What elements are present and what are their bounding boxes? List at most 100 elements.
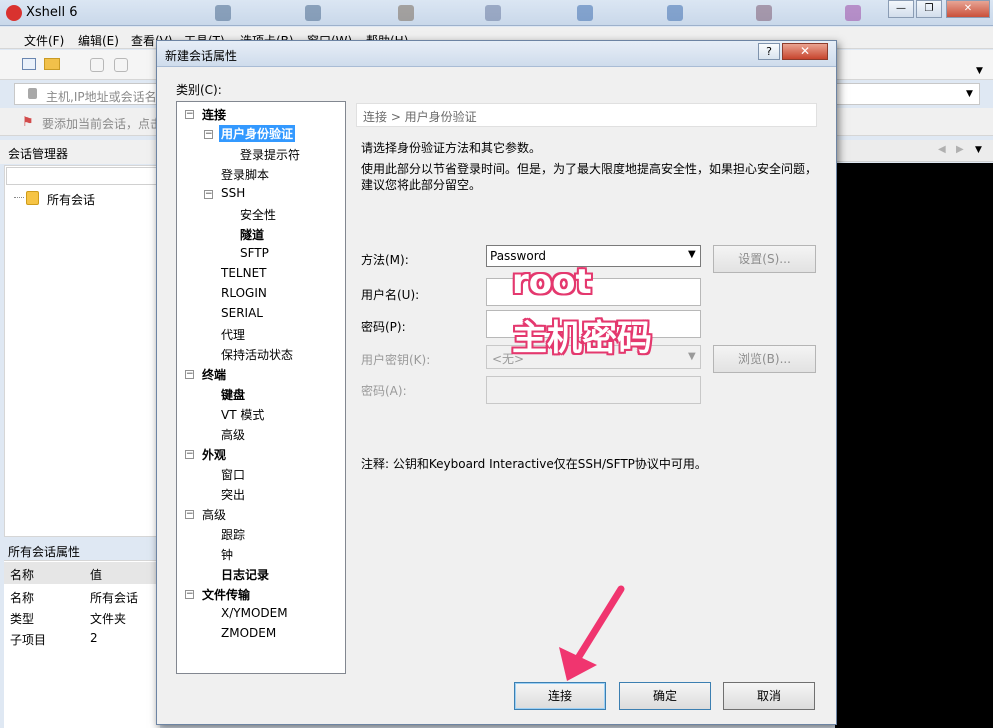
annotation-arrow-icon (559, 585, 625, 681)
tree-item-trace[interactable]: 跟踪 (221, 526, 245, 543)
tree-item-keepalive[interactable]: 保持活动状态 (221, 346, 293, 363)
session-tree-pane (4, 165, 160, 537)
browse-button[interactable]: 浏览(B)... (713, 345, 816, 373)
connect-button[interactable]: 连接 (514, 682, 606, 710)
menu-file[interactable]: 文件(F) (24, 32, 64, 49)
minimize-button[interactable]: — (888, 0, 914, 18)
properties-key: 类型 (10, 612, 35, 626)
tree-item-zmodem[interactable]: ZMODEM (221, 626, 276, 640)
taskbar-app-icon (215, 5, 231, 21)
link-icon[interactable] (90, 58, 104, 72)
tree-item-connection[interactable]: 连接 (202, 106, 226, 123)
tree-item-advanced[interactable]: 高级 (202, 506, 226, 523)
collapse-icon[interactable]: − (185, 590, 194, 599)
toolbar-chevron-down-icon[interactable]: ▼ (976, 66, 983, 76)
lock-icon (28, 88, 37, 99)
tree-item-keyboard[interactable]: 键盘 (221, 386, 245, 403)
annotation-username: root (512, 262, 592, 302)
session-manager-title: 会话管理器 (8, 147, 69, 161)
tree-item-telnet[interactable]: TELNET (221, 266, 267, 280)
method-label: 方法(M): (361, 253, 409, 267)
passphrase-field[interactable] (486, 376, 701, 404)
tab-scroll-left-icon[interactable]: ◀ (938, 144, 946, 155)
tree-item-file-transfer[interactable]: 文件传输 (202, 586, 250, 603)
collapse-icon[interactable]: − (204, 190, 213, 199)
terminal-area[interactable] (835, 163, 993, 728)
tree-item-appearance[interactable]: 外观 (202, 446, 226, 463)
unlink-icon[interactable] (114, 58, 128, 72)
tree-item-proxy[interactable]: 代理 (221, 326, 245, 343)
tree-item-vt-mode[interactable]: VT 模式 (221, 406, 264, 423)
properties-key: 子项目 (10, 633, 47, 647)
address-input[interactable]: 主机,IP地址或会话名 (46, 88, 157, 105)
tree-item-tunnel[interactable]: 隧道 (240, 226, 264, 243)
method-chevron-down-icon[interactable]: ▼ (688, 249, 696, 260)
taskbar-app-icon (667, 5, 683, 21)
breadcrumb: 连接 > 用户身份验证 (363, 110, 477, 124)
restore-button[interactable]: ❐ (916, 0, 942, 18)
category-label: 类别(C): (176, 83, 222, 97)
tree-item-logging[interactable]: 日志记录 (221, 566, 269, 583)
taskbar-app-icon (485, 5, 501, 21)
dialog-title: 新建会话属性 (165, 49, 238, 63)
tab-list-chevron-down-icon[interactable]: ▼ (975, 145, 982, 155)
tree-item-ssh[interactable]: SSH (221, 186, 245, 200)
tree-item-highlight[interactable]: 突出 (221, 486, 245, 503)
user-key-label: 用户密钥(K): (361, 353, 431, 367)
bookmark-icon: ⚑ (22, 115, 34, 130)
cancel-button[interactable]: 取消 (723, 682, 815, 710)
taskbar-app-icon (398, 5, 414, 21)
window-title: Xshell 6 (26, 5, 78, 20)
tab-scroll-right-icon[interactable]: ▶ (956, 144, 964, 155)
tree-item-sftp[interactable]: SFTP (240, 246, 269, 260)
open-folder-icon[interactable] (44, 58, 60, 70)
protocol-note: 注释: 公钥和Keyboard Interactive仅在SSH/SFTP协议中… (361, 457, 707, 471)
collapse-icon[interactable]: − (204, 130, 213, 139)
collapse-icon[interactable]: − (185, 510, 194, 519)
properties-value: 文件夹 (90, 612, 127, 626)
tree-line (14, 197, 24, 198)
tree-item-auth[interactable]: 用户身份验证 (219, 125, 296, 142)
tree-item-serial[interactable]: SERIAL (221, 306, 263, 320)
annotation-password: 主机密码 (512, 319, 653, 359)
auth-security-note: 使用此部分以节省登录时间。但是，为了最大限度地提高安全性，如果担心安全问题，建议… (361, 162, 818, 192)
collapse-icon[interactable]: − (185, 450, 194, 459)
taskbar-app-icon (577, 5, 593, 21)
tree-item-security[interactable]: 安全性 (240, 206, 276, 223)
passphrase-label: 密码(A): (361, 384, 407, 398)
username-label: 用户名(U): (361, 288, 420, 302)
category-tree: − 连接 − 用户身份验证 登录提示符 登录脚本 − SSH 安全性 隧道 SF… (176, 101, 346, 674)
folder-icon (26, 191, 39, 205)
properties-header-value: 值 (90, 568, 103, 582)
xshell-logo-icon (6, 5, 22, 21)
taskbar-app-icon (305, 5, 321, 21)
hint-text: 要添加当前会话，点击 (42, 117, 163, 131)
tree-item-login-script[interactable]: 登录脚本 (221, 166, 269, 183)
collapse-icon[interactable]: − (185, 370, 194, 379)
address-chevron-down-icon[interactable]: ▼ (966, 89, 973, 99)
tree-item-rlogin[interactable]: RLOGIN (221, 286, 267, 300)
dialog-close-button[interactable]: ✕ (782, 43, 828, 60)
session-search-input[interactable] (6, 167, 158, 185)
settings-button[interactable]: 设置(S)... (713, 245, 816, 273)
tree-item-login-prompt[interactable]: 登录提示符 (240, 146, 300, 163)
new-session-icon[interactable] (22, 58, 36, 70)
tree-item-xymodem[interactable]: X/YMODEM (221, 606, 288, 620)
tree-item-terminal-advanced[interactable]: 高级 (221, 426, 245, 443)
menu-edit[interactable]: 编辑(E) (78, 32, 119, 49)
dialog-help-button[interactable]: ? (758, 43, 780, 60)
user-key-chevron-down-icon[interactable]: ▼ (688, 351, 696, 362)
method-value[interactable]: Password (490, 249, 546, 263)
properties-value: 所有会话 (90, 591, 139, 605)
tree-item-bell[interactable]: 钟 (221, 546, 233, 563)
terminal-tab-strip (835, 140, 993, 162)
window-close-button[interactable]: ✕ (946, 0, 990, 18)
collapse-icon[interactable]: − (185, 110, 194, 119)
properties-header-name: 名称 (10, 568, 35, 582)
taskbar-app-icon (756, 5, 772, 21)
tree-item-all-sessions[interactable]: 所有会话 (47, 191, 95, 208)
tree-item-terminal[interactable]: 终端 (202, 366, 226, 383)
tree-item-window[interactable]: 窗口 (221, 466, 245, 483)
auth-description: 请选择身份验证方法和其它参数。 (361, 141, 542, 155)
ok-button[interactable]: 确定 (619, 682, 711, 710)
